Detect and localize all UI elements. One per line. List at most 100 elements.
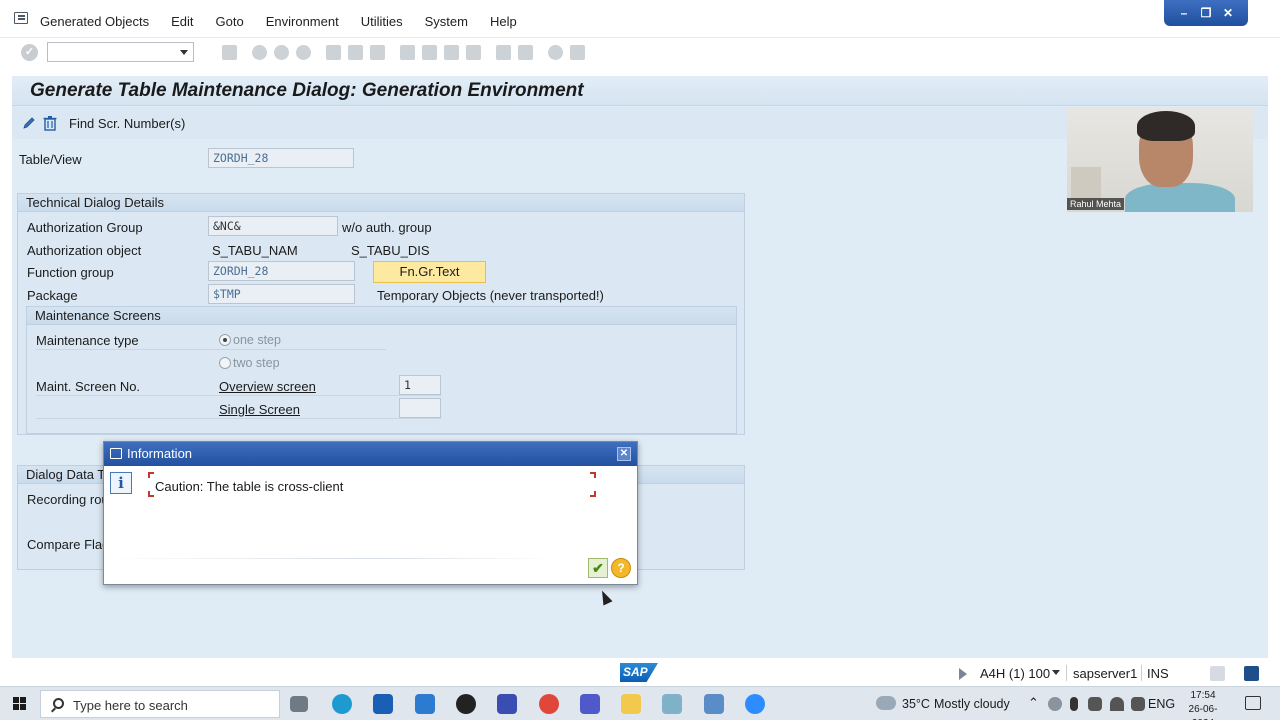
menu-system[interactable]: System [425, 14, 468, 29]
menu-goto[interactable]: Goto [216, 14, 244, 29]
row-divider [36, 395, 441, 396]
layout-icon[interactable] [570, 45, 585, 60]
shortcut-icon[interactable] [518, 45, 533, 60]
volume-icon[interactable] [1131, 697, 1145, 711]
webcam-overlay: Rahul Mehta [1067, 107, 1253, 212]
menu-utilities[interactable]: Utilities [361, 14, 403, 29]
tray-app-icon[interactable] [1088, 697, 1102, 711]
first-page-icon[interactable] [400, 45, 415, 60]
auth-object-value-nam: S_TABU_NAM [212, 243, 298, 258]
exit-icon[interactable] [274, 45, 289, 60]
dialog-title-bar: Information ✕ [104, 442, 637, 466]
recording-routine-label: Recording rou [27, 492, 109, 507]
info-icon: i [110, 472, 132, 494]
delete-icon[interactable] [42, 115, 58, 131]
dialog-window-icon [110, 448, 122, 459]
weather-desc[interactable]: Mostly cloudy [934, 697, 1010, 711]
menu-edit[interactable]: Edit [171, 14, 193, 29]
find-icon[interactable] [348, 45, 363, 60]
mail-icon[interactable] [415, 694, 435, 714]
table-view-label: Table/View [19, 152, 82, 167]
windows-start-icon[interactable] [13, 697, 27, 711]
edge-icon[interactable] [332, 694, 352, 714]
restore-icon[interactable]: ❐ [1198, 6, 1214, 20]
chrome-icon[interactable] [539, 694, 559, 714]
status-divider [1066, 665, 1067, 681]
print-icon[interactable] [326, 45, 341, 60]
search-placeholder: Type here to search [73, 698, 188, 713]
edit-icon[interactable] [22, 116, 36, 130]
clock-time: 17:54 [1190, 690, 1216, 701]
notification-icon[interactable] [1245, 696, 1261, 710]
clock[interactable]: 17:54 26-06-2024 [1180, 689, 1226, 720]
fn-gr-text-button[interactable]: Fn.Gr.Text [373, 261, 486, 283]
windows-taskbar: Type here to search 35°C Mostly cloudy ⌃… [0, 686, 1280, 720]
function-group-label: Function group [27, 265, 114, 280]
one-step-radio[interactable] [219, 334, 231, 346]
weather-icon[interactable] [876, 696, 896, 710]
next-page-icon[interactable] [444, 45, 459, 60]
chevron-up-icon[interactable]: ⌃ [1028, 695, 1039, 711]
find-next-icon[interactable] [370, 45, 385, 60]
find-screen-numbers-button[interactable]: Find Scr. Number(s) [69, 116, 185, 131]
sap-logon-icon[interactable] [497, 694, 517, 714]
lock-icon[interactable] [1244, 666, 1259, 681]
taskbar-search[interactable]: Type here to search [40, 690, 280, 718]
system-info[interactable]: A4H (1) 100 [980, 666, 1050, 681]
single-screen-field[interactable] [399, 398, 441, 418]
window-menu-icon[interactable] [14, 12, 28, 24]
chevron-down-icon[interactable] [1052, 670, 1060, 675]
previous-page-icon[interactable] [422, 45, 437, 60]
page-title: Generate Table Maintenance Dialog: Gener… [30, 80, 584, 101]
back-icon[interactable] [252, 45, 267, 60]
file-explorer-icon[interactable] [621, 694, 641, 714]
status-bar: SAP A4H (1) 100 sapserver1 INS [0, 660, 1280, 686]
close-icon[interactable]: ✕ [1220, 6, 1236, 20]
language-indicator[interactable]: ENG [1148, 697, 1175, 711]
overview-screen-label: Overview screen [219, 379, 316, 394]
standard-toolbar: ✓ [0, 38, 1280, 68]
maintenance-type-label: Maintenance type [36, 333, 139, 348]
help-icon[interactable] [548, 45, 563, 60]
continue-button[interactable]: ✔ [588, 558, 608, 578]
two-step-radio[interactable] [219, 357, 231, 369]
package-field[interactable]: $TMP [208, 284, 355, 304]
app-icon[interactable] [662, 694, 682, 714]
task-view-icon[interactable] [290, 696, 308, 712]
close-icon[interactable]: ✕ [617, 447, 631, 461]
function-group-field[interactable]: ZORDH_28 [208, 261, 355, 281]
chevron-down-icon[interactable] [180, 50, 188, 55]
command-field[interactable] [47, 42, 194, 62]
new-session-icon[interactable] [496, 45, 511, 60]
table-view-field[interactable]: ZORDH_28 [208, 148, 354, 168]
teams-icon[interactable] [580, 694, 600, 714]
microphone-icon[interactable] [1070, 697, 1078, 711]
cancel-icon[interactable] [296, 45, 311, 60]
auth-object-value-dis: S_TABU_DIS [351, 243, 430, 258]
overview-screen-field[interactable]: 1 [399, 375, 441, 395]
auth-object-label: Authorization object [27, 243, 142, 258]
layout-icon[interactable] [1210, 666, 1225, 681]
dell-icon[interactable] [456, 694, 476, 714]
help-button[interactable]: ? [611, 558, 631, 578]
zoom-icon[interactable] [745, 694, 765, 714]
enter-icon[interactable]: ✓ [21, 44, 38, 61]
dialog-message: Caution: The table is cross-client [155, 479, 344, 494]
save-icon[interactable] [222, 45, 237, 60]
auth-group-field[interactable]: &NC& [208, 216, 338, 236]
dialog-divider [104, 558, 554, 559]
weather-temp[interactable]: 35°C [902, 697, 930, 711]
menu-environment[interactable]: Environment [266, 14, 339, 29]
minimize-icon[interactable]: – [1176, 6, 1192, 20]
store-icon[interactable] [373, 694, 393, 714]
auth-group-desc: w/o auth. group [342, 220, 432, 235]
last-page-icon[interactable] [466, 45, 481, 60]
tray-app-icon[interactable] [1048, 697, 1062, 711]
wifi-icon[interactable] [1110, 697, 1124, 711]
server-name: sapserver1 [1073, 666, 1138, 681]
menu-generated-objects[interactable]: Generated Objects [40, 14, 149, 29]
person-shirt [1125, 183, 1235, 212]
sap-gui-icon[interactable] [704, 694, 724, 714]
menu-help[interactable]: Help [490, 14, 517, 29]
play-icon[interactable] [959, 668, 967, 680]
